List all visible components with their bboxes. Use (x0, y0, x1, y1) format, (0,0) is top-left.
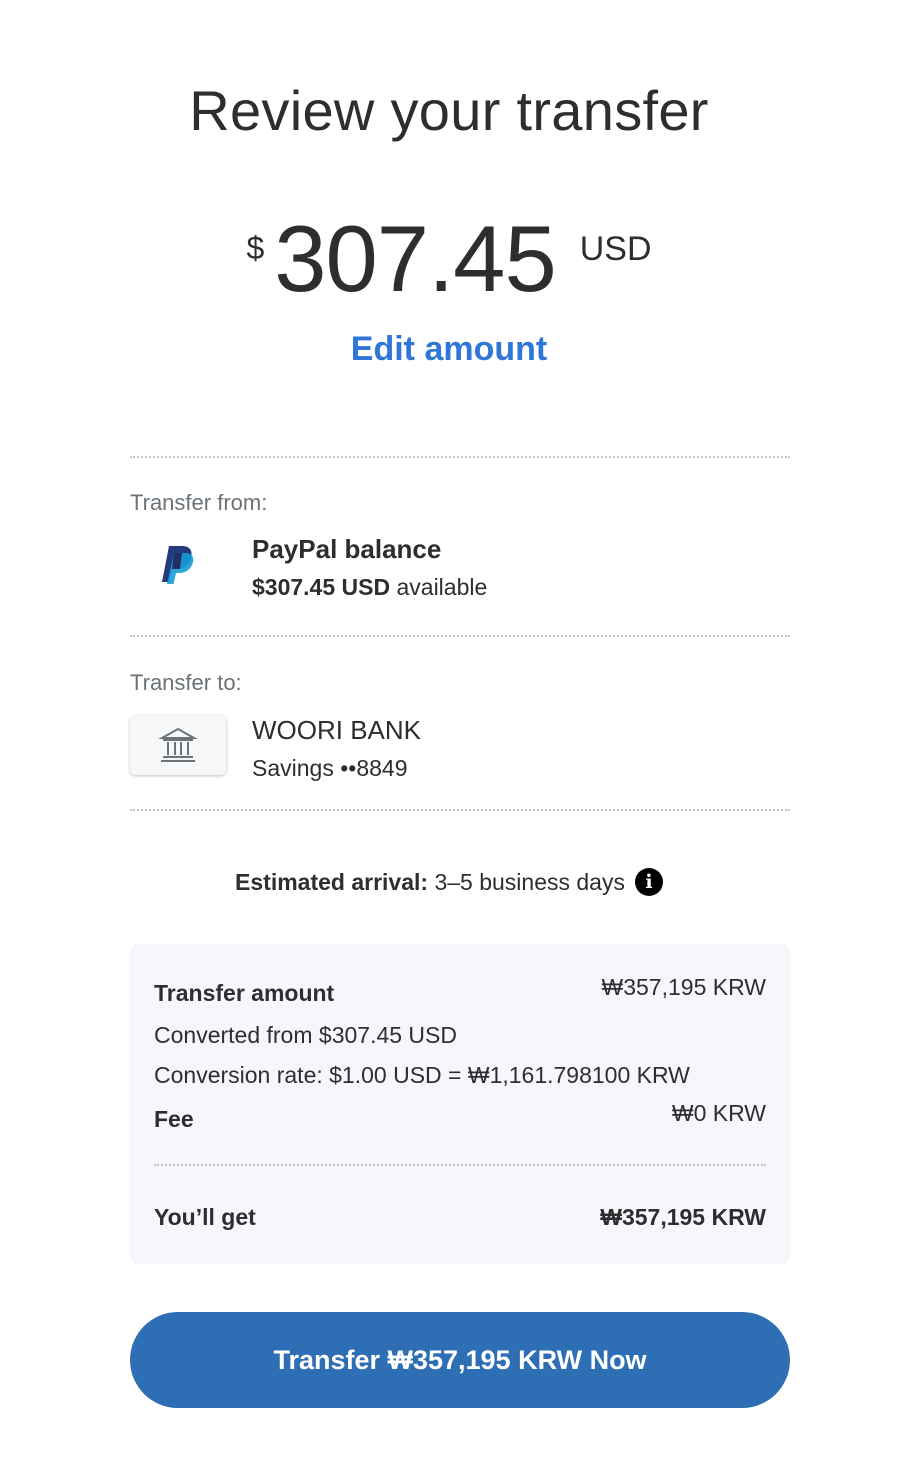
transfer-amount-row: Transfer amount ₩357,195 KRW (154, 974, 766, 1007)
divider (130, 635, 790, 637)
transfer-amount-value: ₩357,195 KRW (601, 974, 766, 1000)
you-get-value: ₩357,195 KRW (600, 1204, 766, 1230)
currency-symbol: $ (246, 230, 265, 266)
fee-label: Fee (154, 1106, 194, 1132)
divider (130, 809, 790, 811)
transfer-amount-display: $ 307.45 USD (0, 212, 898, 306)
review-transfer-page: Review your transfer $ 307.45 USD Edit a… (0, 0, 898, 1470)
amount-value: 307.45 (274, 206, 557, 311)
transfer-amount-label: Transfer amount (154, 980, 335, 1006)
page-title: Review your transfer (189, 79, 709, 142)
conversion-rate: Conversion rate: $1.00 USD = ₩1,161.7981… (154, 1062, 690, 1088)
fee-value: ₩0 KRW (671, 1100, 766, 1126)
bank-icon (130, 715, 226, 775)
source-balance: $307.45 USD available (252, 574, 487, 601)
divider (154, 1164, 766, 1166)
destination-bank-account: WOORI BANK Savings ••8849 (130, 715, 790, 785)
bank-name: WOORI BANK (252, 715, 422, 745)
source-paypal-balance: PayPal balance $307.45 USD available (130, 534, 790, 604)
you-get-label: You’ll get (154, 1204, 256, 1230)
paypal-logo-icon (130, 534, 226, 594)
converted-from: Converted from $307.45 USD (154, 1022, 457, 1048)
balance-suffix: available (396, 574, 488, 600)
divider (130, 456, 790, 458)
transfer-from-label: Transfer from: (130, 490, 268, 515)
you-get-row: You’ll get ₩357,195 KRW (154, 1204, 766, 1231)
balance-amount: $307.45 USD (252, 574, 391, 600)
edit-amount-link[interactable]: Edit amount (0, 330, 898, 369)
fee-row: Fee ₩0 KRW (154, 1100, 766, 1133)
info-icon[interactable]: i (634, 868, 663, 896)
bank-account-number: Savings ••8849 (252, 755, 408, 781)
arrival-value: 3–5 business days (434, 868, 625, 895)
transfer-to-label: Transfer to: (130, 670, 242, 695)
transfer-now-button[interactable]: Transfer ₩357,195 KRW Now (130, 1312, 790, 1408)
transfer-summary: Transfer amount ₩357,195 KRW Converted f… (130, 944, 790, 1264)
estimated-arrival: Estimated arrival: 3–5 business days i (0, 868, 898, 896)
source-name: PayPal balance (252, 534, 442, 564)
arrival-label: Estimated arrival: (235, 868, 429, 895)
currency-code: USD (579, 230, 652, 268)
